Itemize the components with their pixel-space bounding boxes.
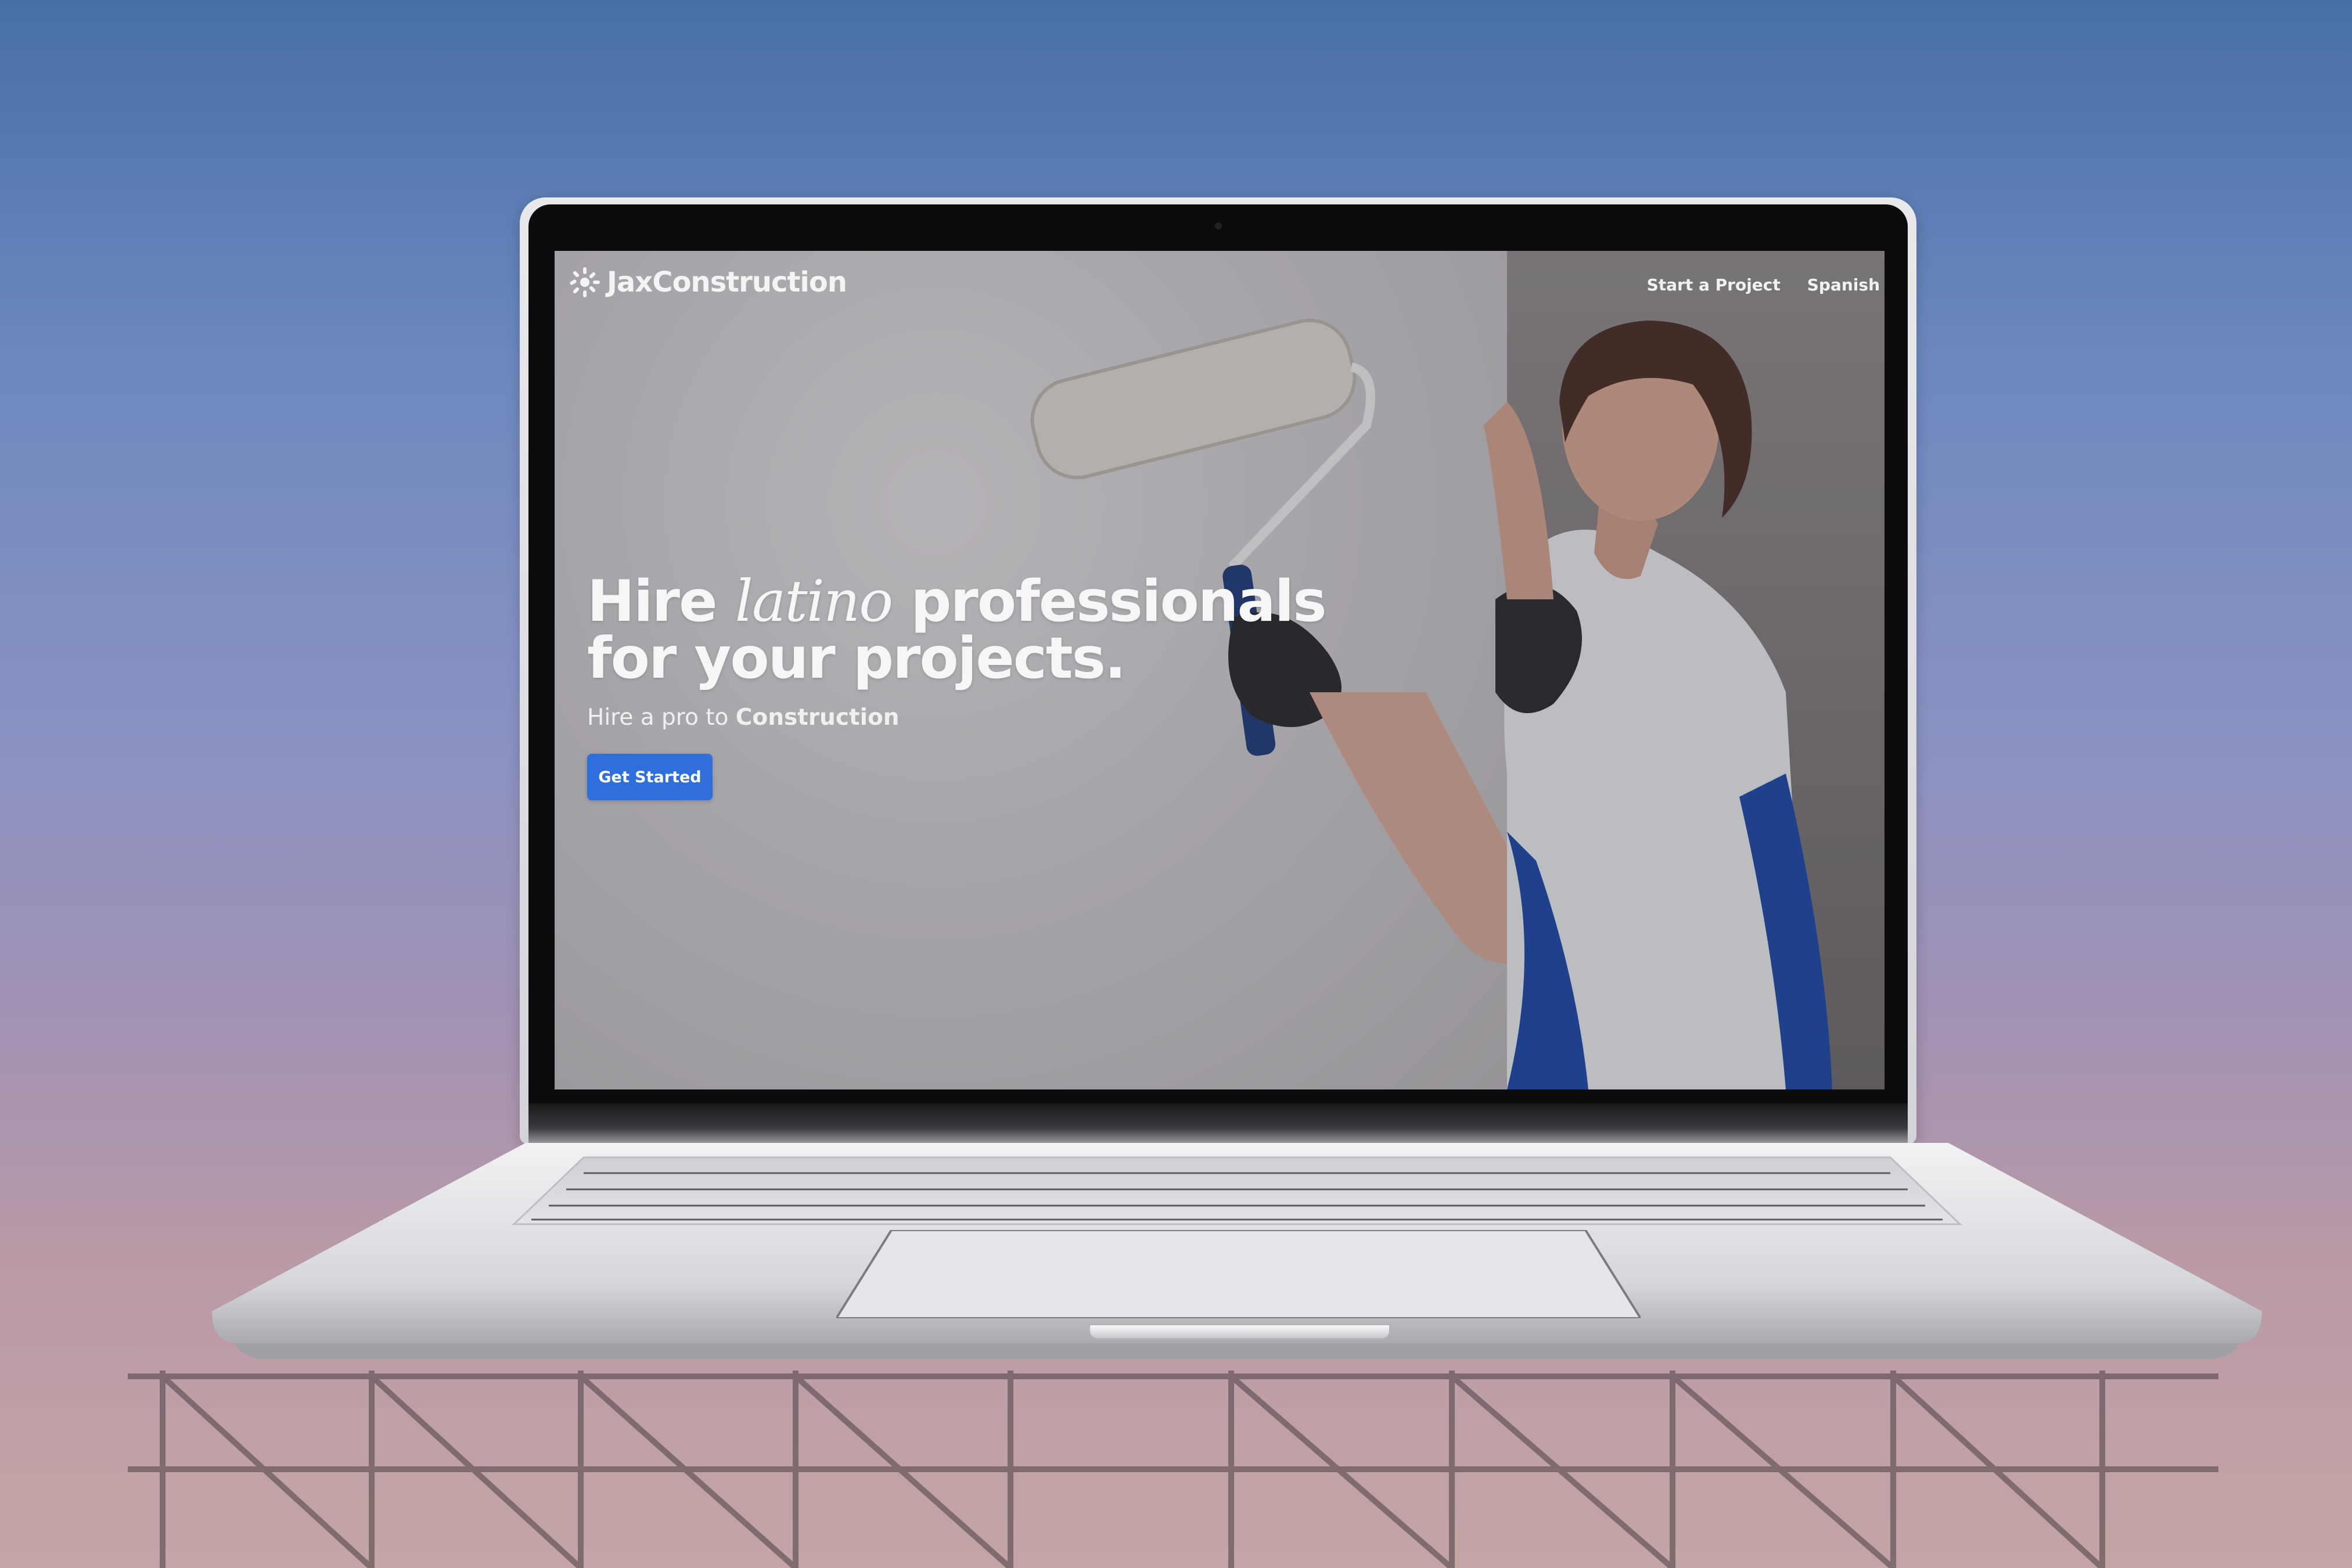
- nav-spanish-link[interactable]: Spanish: [1807, 275, 1880, 294]
- hero-subheading: Hire a pro to Construction: [587, 704, 900, 731]
- brand-logo[interactable]: JaxConstruction: [567, 266, 847, 299]
- headline-italic-word: latino: [735, 569, 894, 635]
- headline-line-2: for your projects.: [587, 625, 1126, 692]
- trackpad[interactable]: [836, 1230, 1641, 1318]
- nav-start-project-link[interactable]: Start a Project: [1647, 275, 1781, 294]
- hero-headline: Hire latino professionals for your proje…: [587, 573, 1327, 687]
- get-started-button[interactable]: Get Started: [587, 754, 713, 800]
- desktop-background: JaxConstruction Start a Project Spanish …: [0, 0, 2352, 1568]
- scaffolding-silhouette: [128, 1371, 2218, 1568]
- subhead-bold: Construction: [735, 704, 900, 731]
- brand-name: JaxConstruction: [607, 266, 847, 299]
- headline-text-1: Hire: [587, 569, 735, 635]
- sun-burst-logo-icon: [570, 267, 600, 297]
- top-nav: Start a Project Spanish: [1647, 275, 1880, 294]
- webcam-icon: [1215, 222, 1222, 229]
- subhead-prefix: Hire a pro to: [587, 704, 736, 731]
- lid-open-notch: [1089, 1324, 1390, 1339]
- laptop-screen: JaxConstruction Start a Project Spanish …: [555, 251, 1885, 1089]
- laptop-hinge: [528, 1103, 1908, 1144]
- headline-text-2: professionals: [892, 569, 1326, 635]
